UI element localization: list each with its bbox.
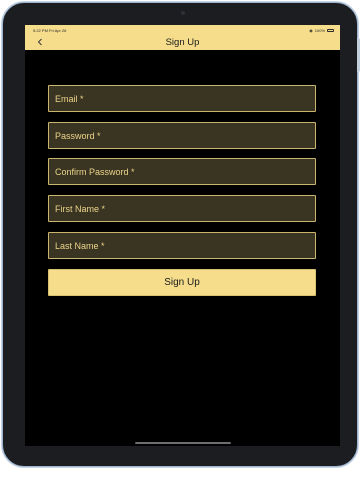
password-field[interactable]: Password * [48,122,316,149]
last-name-field-label: Last Name * [55,240,105,251]
email-field-label: Email * [55,93,84,104]
password-field-label: Password * [55,130,101,141]
first-name-field-label: First Name * [55,203,106,214]
side-button [357,38,360,72]
sign-up-button[interactable]: Sign Up [48,269,316,296]
confirm-password-field[interactable]: Confirm Password * [48,158,316,185]
confirm-password-field-label: Confirm Password * [55,166,135,177]
app-screen: 5:22 PM Fri Apr 26 ◉ 100% Sign Up Email … [25,25,340,446]
battery-icon [327,29,334,32]
first-name-field[interactable]: First Name * [48,195,316,222]
navigation-bar: 5:22 PM Fri Apr 26 ◉ 100% Sign Up [25,25,340,50]
status-indicators: ◉ 100% [309,28,334,33]
page-title: Sign Up [165,37,200,48]
tablet-frame: 5:22 PM Fri Apr 26 ◉ 100% Sign Up Email … [2,2,358,467]
wifi-icon: ◉ [309,27,313,33]
email-field[interactable]: Email * [48,85,316,112]
home-indicator[interactable] [135,442,231,444]
battery-percentage: 100% [314,28,325,33]
front-camera [181,11,185,15]
status-time: 5:22 PM Fri Apr 26 [33,28,67,33]
last-name-field[interactable]: Last Name * [48,232,316,259]
